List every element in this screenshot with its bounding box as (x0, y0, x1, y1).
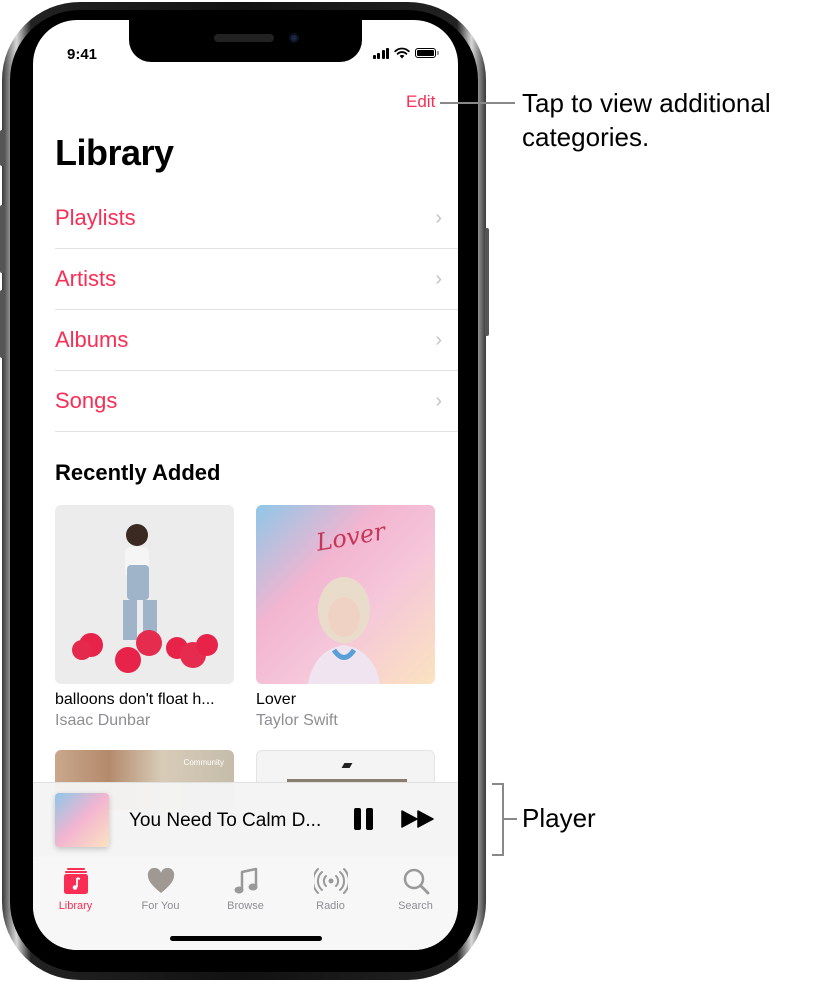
chevron-right-icon: › (435, 328, 442, 351)
speaker (214, 34, 274, 42)
player-bracket-bottom (492, 854, 503, 856)
tab-label: Radio (316, 900, 345, 912)
tab-label: Library (58, 900, 93, 912)
tab-label: Search (398, 900, 433, 912)
cellular-signal-icon (372, 47, 389, 59)
music-note-icon (234, 867, 257, 894)
pause-button[interactable] (353, 807, 375, 836)
side-button (485, 228, 489, 336)
search-icon (403, 868, 429, 895)
chevron-right-icon: › (435, 206, 442, 229)
album-artist: Isaac Dunbar (55, 712, 151, 729)
category-list: Playlists › Artists › Albums › Songs › (55, 188, 458, 432)
album-title: balloons don't float h... (55, 691, 215, 708)
battery-icon (415, 48, 439, 58)
tab-library[interactable]: Library (33, 865, 118, 912)
tab-browse[interactable]: Browse (203, 865, 288, 912)
edit-callout-line-2: categories. (522, 122, 650, 152)
volume-down-button (0, 290, 4, 358)
player-callout-text: Player (522, 803, 596, 833)
home-indicator[interactable] (170, 936, 322, 941)
status-time: 9:41 (67, 46, 98, 63)
category-label: Playlists (55, 205, 136, 230)
category-songs[interactable]: Songs › (55, 371, 458, 432)
edit-callout-text: Tap to view additional categories. (522, 86, 771, 154)
artwork-logo (341, 763, 353, 768)
recently-added-grid: balloons don't float h... Isaac Dunbar L… (55, 505, 435, 810)
recently-added-heading: Recently Added (55, 460, 221, 485)
library-icon (63, 868, 88, 894)
category-label: Songs (55, 388, 118, 413)
volume-up-button (0, 205, 4, 273)
wifi-icon (394, 47, 410, 59)
artwork-image (72, 524, 218, 673)
ringer-switch (0, 130, 4, 166)
chevron-right-icon: › (435, 267, 442, 290)
category-artists[interactable]: Artists › (55, 249, 458, 310)
tab-label: Browse (227, 900, 264, 912)
tab-label: For You (141, 900, 180, 912)
chevron-right-icon: › (435, 389, 442, 412)
now-playing-artwork[interactable] (55, 793, 109, 847)
heart-icon (147, 868, 174, 893)
page-title: Library (55, 132, 174, 173)
front-camera (289, 33, 299, 43)
screen: 9:41 Edit Library Playlists › Artists › … (33, 20, 458, 950)
tab-for-you[interactable]: For You (118, 865, 203, 912)
artwork-text: Community (183, 758, 224, 767)
album-artist: Taylor Swift (256, 712, 338, 729)
album-item[interactable]: balloons don't float h... Isaac Dunbar (55, 505, 234, 730)
edit-button[interactable]: Edit (406, 92, 435, 112)
fast-forward-button[interactable] (401, 810, 435, 833)
radio-icon (313, 868, 348, 894)
album-title: Lover (256, 691, 297, 708)
category-label: Albums (55, 327, 129, 352)
edit-callout-line (440, 102, 515, 104)
tab-search[interactable]: Search (373, 865, 458, 912)
notch (129, 20, 362, 62)
tab-radio[interactable]: Radio (288, 865, 373, 912)
status-icons (372, 47, 439, 59)
now-playing-title[interactable]: You Need To Calm D... (129, 810, 321, 832)
album-item[interactable]: Lover Lover Taylor Swift (256, 505, 435, 730)
fast-forward-icon (401, 810, 434, 828)
player-bracket-tick (503, 818, 517, 820)
category-playlists[interactable]: Playlists › (55, 188, 458, 249)
pause-icon (354, 808, 373, 830)
edit-callout-line-1: Tap to view additional (522, 88, 771, 118)
category-label: Artists (55, 266, 117, 291)
category-albums[interactable]: Albums › (55, 310, 458, 371)
album-artwork: Lover (256, 505, 435, 684)
album-artwork (55, 505, 234, 684)
mini-player[interactable]: You Need To Calm D... (33, 782, 458, 858)
artwork-image (308, 577, 380, 684)
